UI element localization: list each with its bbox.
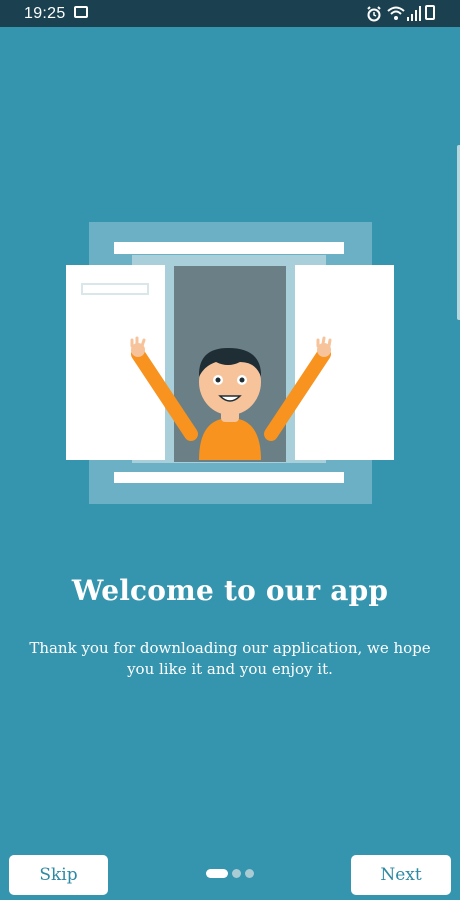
welcome-illustration	[66, 222, 394, 504]
skip-button[interactable]: Skip	[9, 855, 108, 895]
alarm-icon	[367, 6, 381, 22]
page-dot	[232, 869, 241, 878]
welcome-subtitle: Thank you for downloading our applicatio…	[29, 639, 431, 678]
message-icon	[74, 6, 88, 18]
signal-icon	[407, 6, 421, 21]
page-dot-active	[206, 869, 228, 878]
wifi-icon	[387, 6, 405, 20]
status-bar: 19:25	[0, 0, 460, 27]
next-button[interactable]: Next	[351, 855, 451, 895]
welcome-title: Welcome to our app	[71, 574, 389, 607]
page-dot	[245, 869, 254, 878]
battery-charging-icon	[425, 5, 435, 20]
page-indicator	[206, 869, 254, 878]
status-time: 19:25	[24, 5, 66, 22]
